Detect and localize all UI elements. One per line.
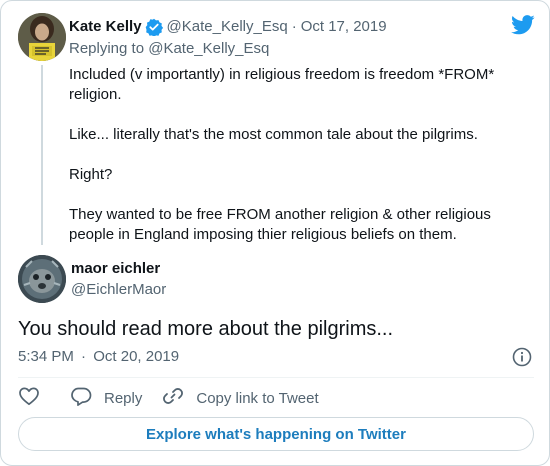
link-icon (162, 385, 184, 411)
embedded-tweet-card: Kate Kelly @Kate_Kelly_Esq · Oct 17, 201… (0, 0, 550, 466)
heart-icon (18, 386, 40, 410)
info-icon[interactable] (511, 346, 533, 373)
copy-link-label: Copy link to Tweet (196, 389, 319, 407)
timestamp-separator: · (81, 348, 87, 365)
twitter-bird-icon[interactable] (511, 15, 535, 40)
reply-bubble-icon (70, 385, 92, 411)
parent-tweet-paragraph: Like... literally that's the most common… (69, 126, 478, 143)
explore-twitter-button[interactable]: Explore what's happening on Twitter (18, 417, 534, 451)
reply-label: Reply (104, 389, 143, 407)
like-button[interactable] (18, 386, 40, 410)
parent-tweet-paragraph: Right? (69, 166, 113, 183)
tweet-date: Oct 20, 2019 (93, 348, 180, 365)
header-separator: · (291, 18, 297, 35)
parent-author-avatar[interactable] (18, 13, 66, 61)
parent-tweet-header: Kate Kelly @Kate_Kelly_Esq · Oct 17, 201… (69, 17, 387, 37)
parent-tweet-paragraph: They wanted to be free FROM another reli… (69, 206, 491, 243)
copy-link-button[interactable]: Copy link to Tweet (162, 385, 319, 411)
reply-button[interactable]: Reply (70, 385, 142, 411)
parent-tweet-paragraph: Included (v importantly) in religious fr… (69, 66, 495, 103)
main-author-handle[interactable]: @EichlerMaor (71, 280, 166, 300)
main-author-avatar[interactable] (18, 255, 66, 303)
explore-label: Explore what's happening on Twitter (146, 425, 406, 443)
parent-tweet-body: Included (v importantly) in religious fr… (69, 65, 529, 245)
thread-connector-line (41, 65, 43, 245)
replying-to-prefix: Replying to (69, 40, 145, 57)
verified-badge-icon (145, 18, 163, 36)
divider (18, 377, 534, 378)
parent-tweet-date[interactable]: Oct 17, 2019 (301, 17, 387, 37)
tweet-actions: Reply Copy link to Tweet (18, 386, 339, 410)
main-tweet-text: You should read more about the pilgrims.… (18, 318, 394, 340)
parent-author-handle[interactable]: @Kate_Kelly_Esq (167, 17, 288, 37)
replying-to-line: Replying to @Kate_Kelly_Esq (69, 39, 269, 59)
parent-author-name[interactable]: Kate Kelly (69, 17, 142, 37)
main-author-name[interactable]: maor eichler (71, 259, 160, 279)
main-tweet-timestamp[interactable]: 5:34 PM · Oct 20, 2019 (18, 347, 179, 367)
tweet-time: 5:34 PM (18, 348, 74, 365)
replying-to-mention[interactable]: @Kate_Kelly_Esq (148, 40, 269, 57)
